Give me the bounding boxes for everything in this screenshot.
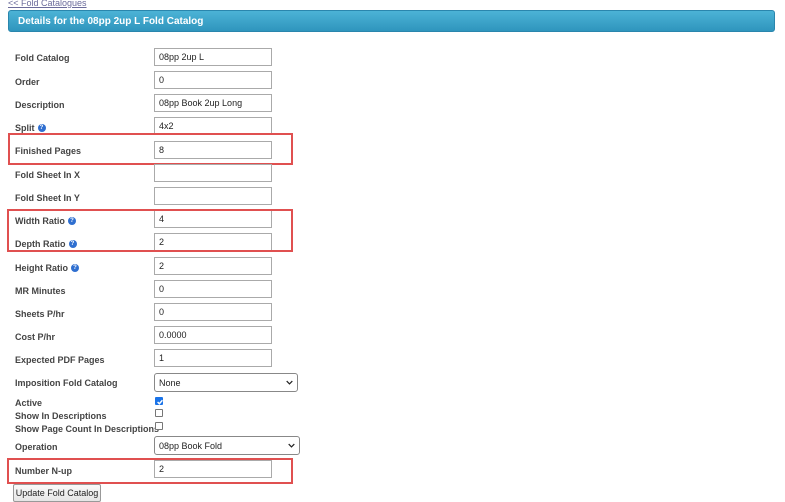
order-field[interactable] (154, 71, 272, 89)
mr-minutes-field[interactable] (154, 280, 272, 298)
label-mr-minutes: MR Minutes (15, 286, 66, 296)
imposition-fold-catalog-select[interactable]: None (154, 373, 298, 392)
height-ratio-help-icon[interactable]: ? (71, 264, 79, 272)
label-order: Order (15, 77, 40, 87)
expected-pdf-pages-field[interactable] (154, 349, 272, 367)
label-split-row: Split ? (15, 123, 46, 133)
fold-sheet-in-y-field[interactable] (154, 187, 272, 205)
label-fold-sheet-in-x: Fold Sheet In X (15, 170, 81, 180)
label-fold-sheet-in-y: Fold Sheet In Y (15, 193, 80, 203)
update-fold-catalog-button[interactable]: Update Fold Catalog (13, 484, 101, 502)
height-ratio-field[interactable] (154, 257, 272, 275)
label-split: Split (15, 123, 35, 133)
label-show-in-descriptions: Show In Descriptions (15, 411, 107, 421)
highlight-finished-pages (8, 133, 293, 165)
label-expected-pdf-pages: Expected PDF Pages (15, 355, 105, 365)
label-sheets-per-hour: Sheets P/hr (15, 309, 65, 319)
chevron-down-icon (286, 380, 293, 385)
checkmark-icon (157, 399, 163, 405)
active-checkbox[interactable] (155, 397, 163, 405)
show-in-descriptions-checkbox[interactable] (155, 409, 163, 417)
operation-select[interactable]: 08pp Book Fold (154, 436, 300, 455)
highlight-ratios (7, 209, 293, 252)
label-operation: Operation (15, 442, 58, 452)
sheets-per-hour-field[interactable] (154, 303, 272, 321)
label-fold-catalog: Fold Catalog (15, 53, 70, 63)
description-field[interactable] (154, 94, 272, 112)
label-height-ratio: Height Ratio (15, 263, 68, 273)
fold-sheet-in-x-field[interactable] (154, 164, 272, 182)
page-title: Details for the 08pp 2up L Fold Catalog (18, 16, 204, 27)
fold-catalog-field[interactable] (154, 48, 272, 66)
show-page-count-checkbox[interactable] (155, 422, 163, 430)
cost-per-hour-field[interactable] (154, 326, 272, 344)
back-to-fold-catalogues-link[interactable]: << Fold Catalogues (8, 0, 87, 8)
split-help-icon[interactable]: ? (37, 124, 46, 132)
operation-selected-value: 08pp Book Fold (159, 440, 223, 451)
title-bar: Details for the 08pp 2up L Fold Catalog (8, 10, 775, 32)
label-imposition-fold-catalog: Imposition Fold Catalog (15, 378, 118, 388)
label-height-ratio-row: Height Ratio ? (15, 263, 79, 273)
label-description: Description (15, 100, 65, 110)
label-cost-per-hour: Cost P/hr (15, 332, 56, 342)
highlight-number-nup (7, 458, 293, 484)
imposition-selected-value: None (159, 377, 181, 388)
label-show-page-count: Show Page Count In Descriptions (15, 424, 160, 434)
chevron-down-icon (288, 443, 295, 448)
label-active: Active (15, 398, 43, 408)
